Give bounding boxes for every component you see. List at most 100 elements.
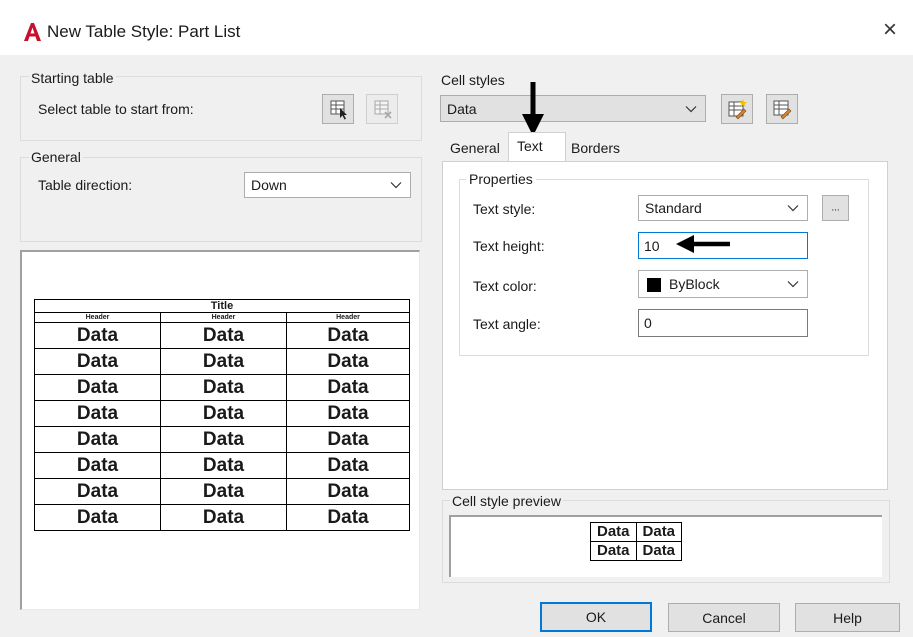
text-angle-input[interactable]: 0 <box>638 309 808 337</box>
preview-data-cell: Data <box>160 348 287 375</box>
close-button[interactable]: × <box>883 18 897 42</box>
preview-data-cell: Data <box>34 504 161 531</box>
table-select-icon <box>330 100 347 120</box>
general-group <box>20 157 422 242</box>
preview-data-cell: Data <box>34 374 161 401</box>
preview-header-cell: Header <box>34 312 161 323</box>
preview-data-row: Data Data Data <box>34 426 410 453</box>
preview-data-cell: Data <box>160 374 287 401</box>
preview-data-row: Data Data Data <box>34 322 410 349</box>
preview-data-cell: Data <box>34 400 161 427</box>
select-table-label: Select table to start from: <box>38 101 194 117</box>
text-style-select[interactable]: Standard <box>638 195 808 221</box>
preview-data-row: Data Data Data <box>34 452 410 479</box>
cancel-label: Cancel <box>702 609 746 626</box>
preview-data-cell: Data <box>34 348 161 375</box>
cell-style-preview-legend: Cell style preview <box>450 493 563 509</box>
text-color-select[interactable]: ByBlock <box>638 270 808 298</box>
properties-legend: Properties <box>466 171 536 187</box>
cell-style-select[interactable]: Data <box>440 95 706 122</box>
chevron-down-icon <box>390 182 402 189</box>
tab-general[interactable]: General <box>450 140 500 156</box>
down-arrow-annotation <box>522 82 544 136</box>
preview-data-rows: Data Data Data Data Data Data Data Data Data Data… <box>34 322 410 531</box>
preview-title: Title <box>34 299 410 313</box>
preview-data-row: Data Data Data <box>34 400 410 427</box>
table-direction-select[interactable]: Down <box>244 172 411 198</box>
cs-preview-cell: Data <box>635 522 683 542</box>
preview-data-cell: Data <box>160 478 287 505</box>
chevron-down-icon <box>685 105 697 112</box>
text-height-label: Text height: <box>473 238 545 254</box>
window-title: New Table Style: Part List <box>47 22 241 41</box>
chevron-down-icon <box>787 281 799 288</box>
text-color-label: Text color: <box>473 278 537 294</box>
text-color-value: ByBlock <box>669 276 720 292</box>
table-preview: Title Header Header Header Data Data Data D… <box>34 299 410 531</box>
cs-preview-row: Data Data <box>590 541 683 561</box>
ok-button[interactable]: OK <box>540 602 652 632</box>
preview-data-cell: Data <box>34 426 161 453</box>
select-table-button[interactable] <box>322 94 354 124</box>
text-angle-label: Text angle: <box>473 316 541 332</box>
preview-data-cell: Data <box>286 504 410 531</box>
cell-style-value: Data <box>447 100 477 117</box>
browse-label: ... <box>831 202 840 214</box>
preview-data-cell: Data <box>160 504 287 531</box>
preview-header-cell: Header <box>286 312 410 323</box>
chevron-down-icon <box>787 205 799 212</box>
left-arrow-annotation <box>676 235 730 253</box>
preview-data-cell: Data <box>160 426 287 453</box>
new-cell-style-icon <box>728 99 747 120</box>
preview-data-row: Data Data Data <box>34 504 410 531</box>
help-label: Help <box>833 609 862 626</box>
remove-table-button[interactable] <box>366 94 398 124</box>
tab-borders[interactable]: Borders <box>571 140 620 156</box>
cs-preview-row: Data Data <box>590 522 683 542</box>
preview-data-cell: Data <box>34 452 161 479</box>
text-style-browse-button[interactable]: ... <box>822 195 849 221</box>
color-swatch <box>647 278 661 292</box>
preview-data-cell: Data <box>160 452 287 479</box>
help-button[interactable]: Help <box>795 603 900 632</box>
preview-data-row: Data Data Data <box>34 478 410 505</box>
ok-label: OK <box>585 609 607 625</box>
autocad-app-icon <box>22 22 42 42</box>
tab-text-active[interactable]: Text <box>508 132 566 162</box>
preview-data-cell: Data <box>286 322 410 349</box>
preview-title-row: Title <box>34 299 410 313</box>
table-direction-value: Down <box>251 177 287 193</box>
starting-table-legend: Starting table <box>29 70 116 86</box>
preview-data-cell: Data <box>286 400 410 427</box>
preview-header-cell: Header <box>160 312 287 323</box>
preview-data-cell: Data <box>286 348 410 375</box>
preview-data-cell: Data <box>286 374 410 401</box>
preview-header-row: Header Header Header <box>34 312 410 323</box>
cs-preview-cell: Data <box>590 541 637 561</box>
preview-data-cell: Data <box>286 478 410 505</box>
manage-cell-styles-icon <box>773 100 792 120</box>
cell-style-preview-table: Data Data Data Data <box>590 522 683 561</box>
preview-data-cell: Data <box>286 426 410 453</box>
preview-data-row: Data Data Data <box>34 348 410 375</box>
preview-data-cell: Data <box>34 322 161 349</box>
cancel-button[interactable]: Cancel <box>668 603 780 632</box>
preview-data-cell: Data <box>34 478 161 505</box>
create-cell-style-button[interactable] <box>721 94 753 124</box>
table-direction-label: Table direction: <box>38 177 133 193</box>
general-legend: General <box>29 149 83 165</box>
text-angle-value: 0 <box>644 315 652 331</box>
cs-preview-cell: Data <box>590 522 637 542</box>
preview-data-cell: Data <box>286 452 410 479</box>
text-height-value: 10 <box>644 237 660 254</box>
table-delete-icon <box>374 100 392 119</box>
text-style-value: Standard <box>645 200 702 216</box>
manage-cell-styles-button[interactable] <box>766 94 798 124</box>
cell-styles-label: Cell styles <box>441 72 505 88</box>
preview-data-cell: Data <box>160 400 287 427</box>
text-style-label: Text style: <box>473 201 536 217</box>
cs-preview-cell: Data <box>635 541 683 561</box>
tab-text-label: Text <box>517 138 543 154</box>
preview-data-cell: Data <box>160 322 287 349</box>
preview-data-row: Data Data Data <box>34 374 410 401</box>
